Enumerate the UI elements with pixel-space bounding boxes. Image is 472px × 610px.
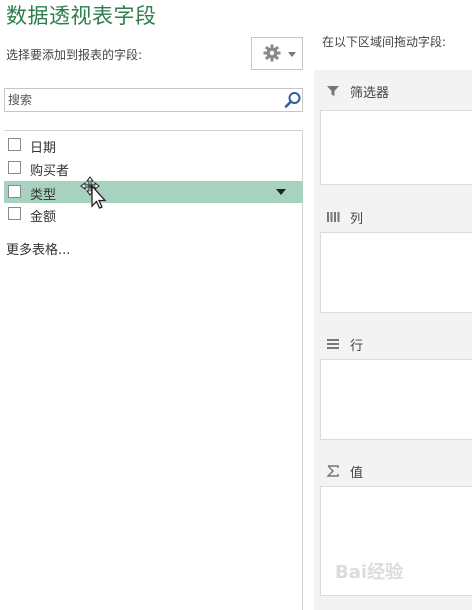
rows-drop-zone[interactable] <box>320 359 472 440</box>
field-item-amount[interactable]: 金额 <box>4 203 303 225</box>
area-header: 筛选器 <box>320 77 472 105</box>
area-header: 列 <box>320 203 472 231</box>
field-checkbox[interactable] <box>8 207 21 220</box>
field-dropdown-arrow[interactable] <box>276 189 286 195</box>
watermark-logo: Bai经验 <box>335 561 404 583</box>
area-header: 值 <box>320 457 472 485</box>
field-label: 类型 <box>30 188 57 203</box>
field-label: 金额 <box>30 210 57 225</box>
area-title: 筛选器 <box>350 86 390 101</box>
rows-icon <box>327 339 339 349</box>
area-title: 列 <box>350 212 364 227</box>
pane-title: 数据透视表字段 <box>6 4 157 28</box>
area-header: 行 <box>320 330 472 358</box>
more-tables-link[interactable]: 更多表格... <box>6 239 70 258</box>
chevron-down-icon <box>288 52 296 57</box>
field-checkbox[interactable] <box>8 185 21 198</box>
field-settings-button[interactable] <box>251 37 303 70</box>
field-checkbox[interactable] <box>8 138 21 151</box>
field-item-type[interactable]: 类型 <box>4 181 303 203</box>
columns-icon <box>327 212 340 222</box>
area-title: 值 <box>350 466 364 481</box>
filter-icon <box>327 86 339 96</box>
drag-fields-hint: 在以下区域间拖动字段: <box>322 35 447 49</box>
field-checkbox[interactable] <box>8 161 21 174</box>
field-search-box[interactable] <box>4 88 303 112</box>
area-title: 行 <box>350 339 364 354</box>
search-icon[interactable] <box>284 91 302 109</box>
field-label: 日期 <box>30 141 57 156</box>
field-item-date[interactable]: 日期 <box>4 134 303 156</box>
search-input[interactable] <box>6 90 276 110</box>
field-label: 购买者 <box>30 164 70 179</box>
sigma-icon <box>326 465 339 477</box>
filters-drop-zone[interactable] <box>320 110 472 185</box>
choose-fields-label: 选择要添加到报表的字段: <box>6 48 143 62</box>
columns-drop-zone[interactable] <box>320 232 472 313</box>
watermark-text: Bai经验 <box>335 561 404 583</box>
field-list: 日期 购买者 类型 金额 更多表格... <box>4 130 303 610</box>
gear-icon <box>263 44 281 62</box>
field-item-buyer[interactable]: 购买者 <box>4 157 303 179</box>
move-cursor-icon <box>80 176 107 209</box>
